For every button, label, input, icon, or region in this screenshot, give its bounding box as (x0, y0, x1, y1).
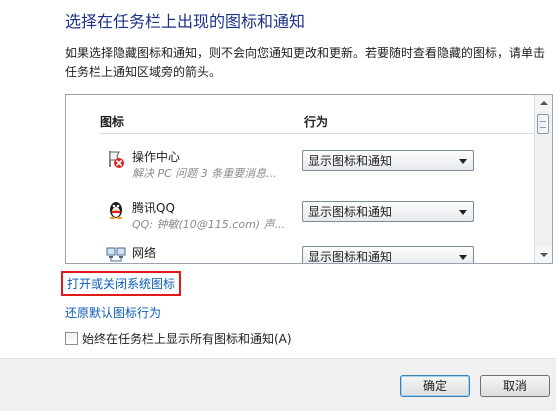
behavior-select-value: 显示图标和通知 (308, 250, 393, 264)
app-status: QQ: 钟敏(10@115.com) 声... (132, 218, 286, 231)
description-text: 如果选择隐藏图标和通知，则不会向您通知更改和更新。若要随时查看隐藏的图标，请单击… (65, 46, 546, 79)
behavior-select-value: 显示图标和通知 (308, 154, 393, 168)
dialog-footer: 确定 取消 (0, 358, 556, 411)
network-icon (106, 245, 126, 263)
cancel-button[interactable]: 取消 (480, 375, 550, 397)
restore-default-link[interactable]: 还原默认图标行为 (65, 304, 161, 321)
toggle-system-icons-link[interactable]: 打开或关闭系统图标 (61, 271, 182, 296)
list-item-action-center: 操作中心 解决 PC 问题 3 条重要消息... 显示图标和通知 (66, 145, 536, 195)
ok-button[interactable]: 确定 (400, 375, 470, 397)
chevron-down-icon (459, 159, 467, 164)
chevron-down-icon (459, 255, 467, 260)
behavior-select[interactable]: 显示图标和通知 (302, 150, 474, 171)
app-name: 网络 (132, 246, 157, 260)
always-show-label[interactable]: 始终在任务栏上显示所有图标和通知(A) (82, 330, 292, 347)
scroll-down-icon[interactable] (535, 246, 552, 263)
chevron-down-icon (459, 210, 467, 215)
page-title: 选择在任务栏上出现的图标和通知 (65, 12, 306, 31)
list-item-qq: 腾讯QQ QQ: 钟敏(10@115.com) 声... 显示图标和通知 (66, 196, 536, 246)
always-show-checkbox[interactable] (65, 332, 78, 345)
app-status: 解决 PC 问题 3 条重要消息... (132, 167, 277, 180)
action-center-icon (106, 149, 126, 169)
column-header-icons: 图标 (100, 115, 125, 129)
qq-penguin-icon (106, 200, 126, 220)
scroll-up-icon[interactable] (535, 95, 552, 112)
list-item-network: 网络 显示图标和通知 (66, 241, 536, 264)
app-name: 操作中心 (132, 150, 181, 164)
scroll-thumb[interactable] (537, 114, 549, 134)
header-divider (100, 133, 534, 134)
app-name: 腾讯QQ (132, 201, 175, 215)
vertical-scrollbar[interactable] (534, 95, 552, 263)
behavior-select[interactable]: 显示图标和通知 (302, 201, 474, 222)
column-header-behavior: 行为 (304, 115, 329, 129)
notification-icons-list: 图标 行为 操作中心 解决 PC 问题 3 条重要消息... 显示图标和通知 腾… (65, 94, 553, 264)
behavior-select[interactable]: 显示图标和通知 (302, 246, 474, 264)
behavior-select-value: 显示图标和通知 (308, 205, 393, 219)
